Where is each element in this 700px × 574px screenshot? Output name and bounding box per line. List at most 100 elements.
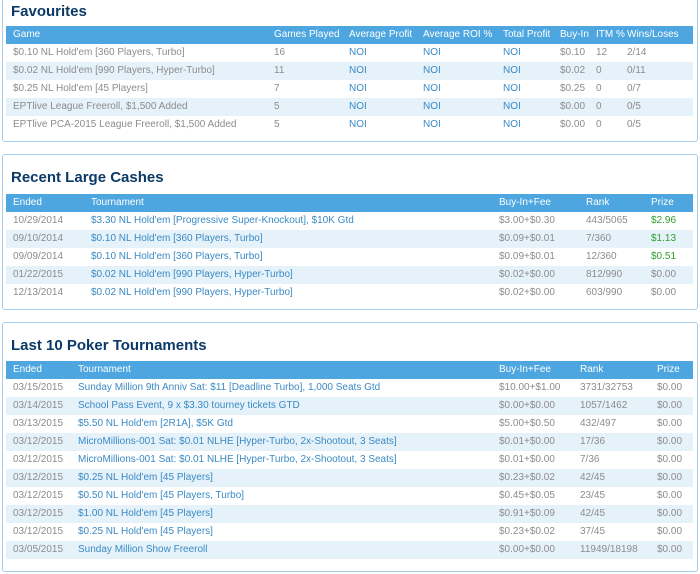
cell-game: EPTlive League Freeroll, $1,500 Added	[13, 101, 188, 112]
cell-total-profit[interactable]: NOI	[503, 80, 521, 98]
cell-buy-in-fee: $10.00+$1.00	[499, 382, 561, 393]
cell-tournament[interactable]: $0.10 NL Hold'em [360 Players, Turbo]	[91, 248, 263, 266]
cell-buy-in: $0.00	[560, 119, 586, 130]
cell-ended: 03/12/2015	[13, 526, 64, 537]
table-row: 10/29/2014 $3.30 NL Hold'em [Progressive …	[6, 212, 693, 230]
cell-buy-in-fee: $0.09+$0.01	[499, 251, 555, 262]
cell-tournament[interactable]: $5.50 NL Hold'em [2R1A], $5K Gtd	[78, 415, 233, 433]
cell-rank: 443/5065	[586, 215, 628, 226]
column-header-average-roi[interactable]: Average ROI %	[423, 26, 492, 44]
column-header-rank[interactable]: Rank	[580, 361, 603, 379]
cell-tournament[interactable]: $0.50 NL Hold'em [45 Players, Turbo]	[78, 487, 244, 505]
cell-rank: 7/360	[586, 233, 612, 244]
cell-average-roi[interactable]: NOI	[423, 80, 441, 98]
column-header-buy-in[interactable]: Buy-In	[560, 26, 589, 44]
column-header-buy-in-fee[interactable]: Buy-In+Fee	[499, 194, 551, 212]
cell-buy-in-fee: $3.00+$0.30	[499, 215, 555, 226]
favourites-panel: Favourites Game Games Played Average Profi…	[2, 0, 698, 142]
cell-total-profit[interactable]: NOI	[503, 62, 521, 80]
table-row: 09/10/2014 $0.10 NL Hold'em [360 Players,…	[6, 230, 693, 248]
cell-buy-in-fee: $0.23+$0.02	[499, 472, 555, 483]
cell-average-roi[interactable]: NOI	[423, 44, 441, 62]
table-row: 03/14/2015 School Pass Event, 9 x $3.30 t…	[6, 397, 693, 415]
cell-game: $0.25 NL Hold'em [45 Players]	[13, 83, 148, 94]
cell-tournament[interactable]: Sunday Million Show Freeroll	[78, 541, 208, 559]
cell-buy-in-fee: $5.00+$0.50	[499, 418, 555, 429]
cell-ended: 03/12/2015	[13, 490, 64, 501]
cell-games-played: 16	[274, 47, 286, 58]
favourites-table: Game Games Played Average Profit Average RO…	[6, 26, 693, 134]
cell-tournament[interactable]: $0.02 NL Hold'em [990 Players, Hyper-Tur…	[91, 284, 293, 302]
last-tournaments-header-row: Ended Tournament Buy-In+Fee Rank Prize	[6, 361, 693, 379]
cell-games-played: 5	[274, 101, 280, 112]
cell-total-profit[interactable]: NOI	[503, 116, 521, 134]
cell-buy-in-fee: $0.00+$0.00	[499, 400, 555, 411]
cell-rank: 603/990	[586, 287, 623, 298]
cell-total-profit[interactable]: NOI	[503, 98, 521, 116]
cell-tournament[interactable]: Sunday Million 9th Anniv Sat: $11 [Deadl…	[78, 379, 380, 397]
cell-tournament[interactable]: $0.02 NL Hold'em [990 Players, Hyper-Tur…	[91, 266, 293, 284]
cell-average-profit[interactable]: NOI	[349, 44, 367, 62]
cell-average-roi[interactable]: NOI	[423, 98, 441, 116]
cell-ended: 03/12/2015	[13, 436, 64, 447]
favourites-header-row: Game Games Played Average Profit Average RO…	[6, 26, 693, 44]
table-row: 03/12/2015 $1.00 NL Hold'em [45 Players] $…	[6, 505, 693, 523]
column-header-ended[interactable]: Ended	[13, 194, 42, 212]
cell-average-profit[interactable]: NOI	[349, 98, 367, 116]
cell-ended: 03/05/2015	[13, 544, 64, 555]
cell-prize: $0.00	[651, 287, 677, 298]
cell-average-profit[interactable]: NOI	[349, 80, 367, 98]
cell-ended: 03/13/2015	[13, 418, 64, 429]
cell-average-profit[interactable]: NOI	[349, 62, 367, 80]
cell-prize: $2.96	[651, 215, 677, 226]
cell-buy-in-fee: $0.02+$0.00	[499, 269, 555, 280]
column-header-wins-loses[interactable]: Wins/Loses	[627, 26, 679, 44]
column-header-itm[interactable]: ITM %	[596, 26, 625, 44]
column-header-rank[interactable]: Rank	[586, 194, 609, 212]
cell-wins-loses: 0/7	[627, 83, 641, 94]
cell-wins-loses: 0/11	[627, 65, 646, 76]
cell-rank: 12/360	[586, 251, 617, 262]
cell-average-roi[interactable]: NOI	[423, 62, 441, 80]
column-header-average-profit[interactable]: Average Profit	[349, 26, 412, 44]
cell-tournament[interactable]: $0.10 NL Hold'em [360 Players, Turbo]	[91, 230, 263, 248]
cell-tournament[interactable]: $0.25 NL Hold'em [45 Players]	[78, 523, 213, 541]
cell-rank: 1057/1462	[580, 400, 628, 411]
cell-tournament[interactable]: MicroMillions-001 Sat: $0.01 NLHE [Hyper…	[78, 451, 397, 469]
column-header-buy-in-fee[interactable]: Buy-In+Fee	[499, 361, 551, 379]
column-header-tournament[interactable]: Tournament	[91, 194, 144, 212]
cell-buy-in-fee: $0.91+$0.09	[499, 508, 555, 519]
last-tournaments-table: Ended Tournament Buy-In+Fee Rank Prize 03/15/…	[6, 361, 693, 559]
column-header-prize[interactable]: Prize	[657, 361, 680, 379]
table-row: $0.10 NL Hold'em [360 Players, Turbo] 16 N…	[6, 44, 693, 62]
column-header-total-profit[interactable]: Total Profit	[503, 26, 550, 44]
column-header-prize[interactable]: Prize	[651, 194, 674, 212]
cell-wins-loses: 0/5	[627, 119, 641, 130]
cell-buy-in-fee: $0.09+$0.01	[499, 233, 555, 244]
cell-rank: 432/497	[580, 418, 617, 429]
cell-tournament[interactable]: MicroMillions-001 Sat: $0.01 NLHE [Hyper…	[78, 433, 397, 451]
cell-rank: 37/45	[580, 526, 606, 537]
cell-prize: $1.13	[651, 233, 677, 244]
cell-itm: 0	[596, 119, 602, 130]
cell-buy-in-fee: $0.23+$0.02	[499, 526, 555, 537]
column-header-games-played[interactable]: Games Played	[274, 26, 340, 44]
cell-ended: 12/13/2014	[13, 287, 64, 298]
table-row: EPTlive PCA-2015 League Freeroll, $1,500…	[6, 116, 693, 134]
cell-games-played: 11	[274, 65, 285, 76]
column-header-tournament[interactable]: Tournament	[78, 361, 131, 379]
cell-game: $0.10 NL Hold'em [360 Players, Turbo]	[13, 47, 185, 58]
column-header-game[interactable]: Game	[13, 26, 40, 44]
cell-average-profit[interactable]: NOI	[349, 116, 367, 134]
cell-average-roi[interactable]: NOI	[423, 116, 441, 134]
table-row: 03/12/2015 MicroMillions-001 Sat: $0.01 N…	[6, 433, 693, 451]
cell-tournament[interactable]: $3.30 NL Hold'em [Progressive Super-Knoc…	[91, 212, 354, 230]
cell-tournament[interactable]: $0.25 NL Hold'em [45 Players]	[78, 469, 213, 487]
cell-buy-in-fee: $0.45+$0.05	[499, 490, 555, 501]
cell-total-profit[interactable]: NOI	[503, 44, 521, 62]
cell-ended: 03/14/2015	[13, 400, 64, 411]
column-header-ended[interactable]: Ended	[13, 361, 42, 379]
cell-ended: 03/15/2015	[13, 382, 64, 393]
cell-tournament[interactable]: School Pass Event, 9 x $3.30 tourney tic…	[78, 397, 300, 415]
cell-tournament[interactable]: $1.00 NL Hold'em [45 Players]	[78, 505, 213, 523]
